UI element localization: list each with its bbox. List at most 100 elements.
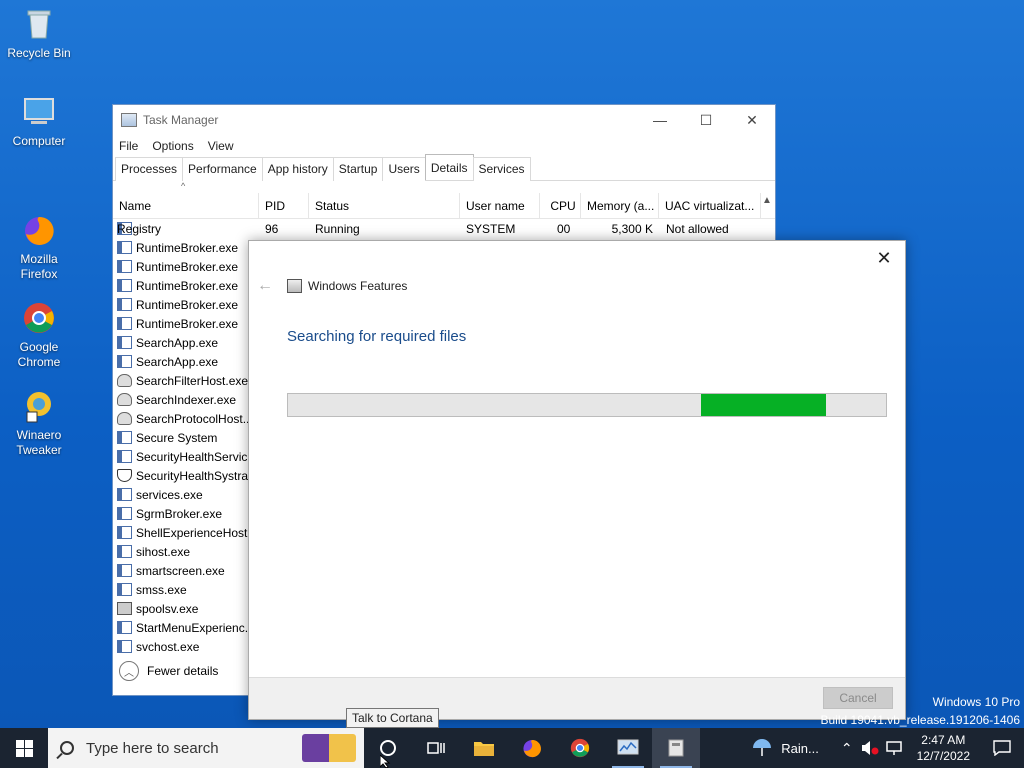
desktop-icon-winaero[interactable]: Winaero Tweaker xyxy=(4,358,74,473)
table-row[interactable]: SgrmBroker.exe xyxy=(113,504,249,523)
action-center-button[interactable] xyxy=(980,728,1024,768)
process-name: SearchFilterHost.exe xyxy=(136,373,249,388)
window-title: Task Manager xyxy=(143,113,219,127)
menu-file[interactable]: File xyxy=(119,139,138,153)
dialog-close-button[interactable]: ✕ xyxy=(869,245,899,271)
winaero-icon xyxy=(21,373,57,423)
scroll-up-icon[interactable]: ▲ xyxy=(759,191,775,211)
process-name: RuntimeBroker.exe xyxy=(136,240,239,255)
cancel-button[interactable]: Cancel xyxy=(823,687,893,709)
chevron-up-icon[interactable]: ⌃ xyxy=(841,740,853,757)
table-row[interactable]: sihost.exe xyxy=(113,542,249,561)
process-name: Registry xyxy=(117,221,162,236)
table-row[interactable]: svchost.exe xyxy=(113,637,249,656)
dialog-title: Windows Features xyxy=(287,279,407,293)
file-explorer-button[interactable] xyxy=(460,728,508,768)
table-row[interactable]: SearchApp.exe xyxy=(113,333,249,352)
process-name: services.exe xyxy=(136,487,203,502)
user-process-icon xyxy=(117,374,132,387)
table-row[interactable]: RuntimeBroker.exe xyxy=(113,257,249,276)
table-row[interactable]: SearchProtocolHost... xyxy=(113,409,249,428)
process-name: StartMenuExperienc... xyxy=(136,620,249,635)
weather-text: Rain... xyxy=(781,740,819,756)
column-memory[interactable]: Memory (a... xyxy=(581,193,659,218)
chrome-taskbar-button[interactable] xyxy=(556,728,604,768)
shield-icon xyxy=(117,469,132,482)
chrome-icon xyxy=(570,738,590,758)
column-name[interactable]: Name xyxy=(113,193,259,218)
start-button[interactable] xyxy=(0,728,48,768)
process-icon xyxy=(117,431,132,444)
taskbar-search-box[interactable]: Type here to search xyxy=(48,728,364,768)
tab-startup[interactable]: Startup xyxy=(332,157,384,181)
table-row[interactable]: StartMenuExperienc... xyxy=(113,618,249,637)
process-icon xyxy=(117,336,132,349)
table-row[interactable]: SecurityHealthSystra... xyxy=(113,466,249,485)
table-row[interactable]: SearchApp.exe xyxy=(113,352,249,371)
tab-performance[interactable]: Performance xyxy=(182,157,263,181)
close-button[interactable]: ✕ xyxy=(729,105,775,135)
table-row[interactable]: smss.exe xyxy=(113,580,249,599)
task-manager-titlebar[interactable]: Task Manager — ☐ ✕ xyxy=(113,105,775,135)
desktop-icon-recycle-bin[interactable]: Recycle Bin xyxy=(4,6,74,61)
column-status[interactable]: Status xyxy=(309,193,460,218)
minimize-button[interactable]: — xyxy=(637,105,683,135)
column-cpu[interactable]: CPU xyxy=(540,193,581,218)
process-name: svchost.exe xyxy=(136,639,200,654)
fewer-details-button[interactable]: ︿ Fewer details xyxy=(119,661,218,681)
process-name: ShellExperienceHost... xyxy=(136,525,249,540)
table-row[interactable]: spoolsv.exe xyxy=(113,599,249,618)
table-row[interactable]: RuntimeBroker.exe xyxy=(113,314,249,333)
column-uac[interactable]: UAC virtualizat... xyxy=(659,193,761,218)
back-arrow-icon[interactable]: ← xyxy=(257,277,273,295)
process-name: RuntimeBroker.exe xyxy=(136,297,239,312)
table-row[interactable]: RuntimeBroker.exe xyxy=(113,276,249,295)
process-name: SearchIndexer.exe xyxy=(136,392,237,407)
table-row[interactable]: ShellExperienceHost... xyxy=(113,523,249,542)
tab-details[interactable]: Details xyxy=(424,154,474,180)
user-process-icon xyxy=(117,412,132,425)
firefox-taskbar-button[interactable] xyxy=(508,728,556,768)
chevron-up-icon: ︿ xyxy=(119,661,139,681)
network-icon[interactable] xyxy=(885,740,903,756)
dialog-title-text: Windows Features xyxy=(308,279,408,293)
folder-icon xyxy=(474,742,494,756)
process-memory: 5,300 K xyxy=(611,221,653,236)
table-row[interactable]: services.exe xyxy=(113,485,249,504)
umbrella-icon xyxy=(753,739,772,756)
table-row[interactable]: SearchFilterHost.exe xyxy=(113,371,249,390)
table-row[interactable]: SecurityHealthServic... xyxy=(113,447,249,466)
tab-services[interactable]: Services xyxy=(472,157,531,181)
clock[interactable]: 2:47 AM 12/7/2022 xyxy=(917,732,970,764)
windows-logo-icon xyxy=(15,739,33,757)
windows-features-dialog: ✕ ← Windows Features Searching for requi… xyxy=(248,240,906,720)
task-manager-taskbar-button[interactable] xyxy=(604,728,652,768)
user-process-icon xyxy=(117,393,132,406)
process-icon xyxy=(117,260,132,273)
windows-features-taskbar-button[interactable] xyxy=(652,728,700,768)
weather-widget[interactable]: Rain... xyxy=(751,738,819,758)
maximize-button[interactable]: ☐ xyxy=(683,105,729,135)
process-name: smss.exe xyxy=(136,582,187,597)
table-row[interactable]: Registry 96 Running SYSTEM 00 5,300 K No… xyxy=(113,219,761,238)
tab-users[interactable]: Users xyxy=(382,157,426,181)
desktop-icon-label: Computer xyxy=(12,134,66,148)
process-name: SearchApp.exe xyxy=(136,335,219,350)
windows-features-icon xyxy=(287,279,302,293)
column-user-name[interactable]: User name xyxy=(460,193,540,218)
table-row[interactable]: SearchIndexer.exe xyxy=(113,390,249,409)
table-row[interactable]: RuntimeBroker.exe xyxy=(113,238,249,257)
menu-options[interactable]: Options xyxy=(152,139,193,153)
column-pid[interactable]: PID xyxy=(259,193,309,218)
task-view-button[interactable] xyxy=(412,728,460,768)
volume-muted-icon[interactable] xyxy=(861,740,879,756)
desktop-icon-computer[interactable]: Computer xyxy=(4,94,74,149)
menu-view[interactable]: View xyxy=(208,139,234,153)
table-row[interactable]: RuntimeBroker.exe xyxy=(113,295,249,314)
process-icon xyxy=(117,507,132,520)
table-row[interactable]: smartscreen.exe xyxy=(113,561,249,580)
search-placeholder: Type here to search xyxy=(86,739,219,757)
table-row[interactable]: Secure System xyxy=(113,428,249,447)
tab-processes[interactable]: Processes xyxy=(115,157,184,181)
tab-app-history[interactable]: App history xyxy=(261,157,334,181)
